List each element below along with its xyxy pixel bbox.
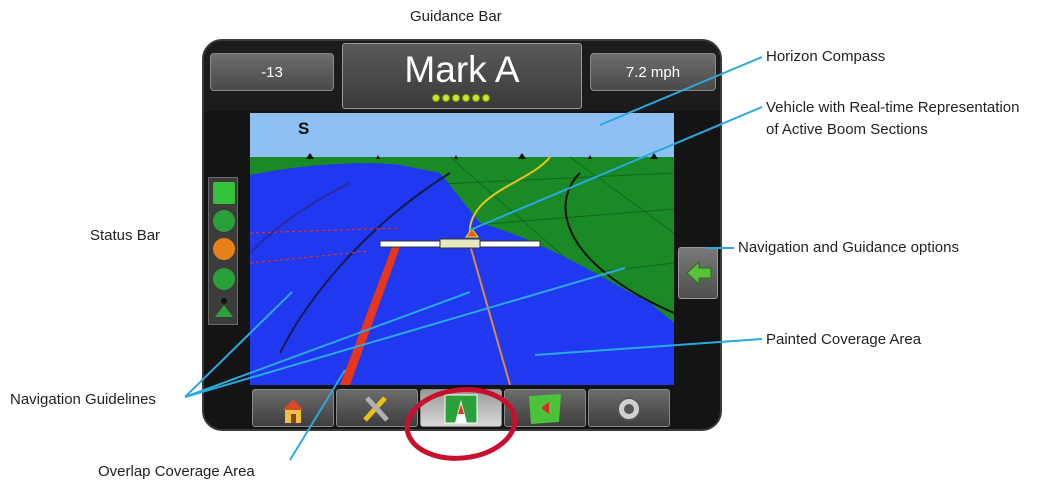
led — [432, 94, 440, 102]
nav-guidelines-callout: Navigation Guidelines — [10, 391, 156, 408]
guidance-bar: -13 Mark A 7.2 mph — [204, 41, 720, 111]
mapping-tab[interactable] — [504, 389, 586, 427]
cross-track-readout: -13 — [210, 53, 334, 91]
guidance-bar-callout: Guidance Bar — [410, 8, 502, 25]
led — [482, 94, 490, 102]
guidance-icon — [444, 394, 478, 424]
led — [442, 94, 450, 102]
guidance-tab[interactable] — [420, 389, 502, 427]
home-icon — [283, 399, 303, 423]
tools-tab[interactable] — [336, 389, 418, 427]
field-view[interactable]: S — [250, 113, 674, 385]
led — [472, 94, 480, 102]
arrow-left-icon — [686, 260, 712, 286]
display-device: -13 Mark A 7.2 mph S — [202, 39, 722, 431]
vehicle-callout-line2: of Active Boom Sections — [766, 121, 928, 138]
navigation-options-button[interactable] — [678, 247, 718, 299]
vehicle-icon[interactable] — [213, 296, 235, 318]
field-scene — [250, 113, 674, 385]
horizon-compass-callout: Horizon Compass — [766, 48, 886, 65]
gauge-tab[interactable] — [588, 389, 670, 427]
guidance-title-box: Mark A — [342, 43, 582, 109]
guidance-title: Mark A — [404, 49, 520, 90]
compass-heading: S — [298, 119, 310, 138]
tilt-icon[interactable] — [213, 268, 235, 290]
led — [462, 94, 470, 102]
lightbar-leds — [432, 94, 490, 102]
painted-area-callout: Painted Coverage Area — [766, 331, 922, 348]
nav-options-callout: Navigation and Guidance options — [738, 239, 959, 256]
overlap-area-callout: Overlap Coverage Area — [98, 463, 255, 480]
speed-readout: 7.2 mph — [590, 53, 716, 91]
home-tab[interactable] — [252, 389, 334, 427]
status-bar-callout: Status Bar — [90, 227, 161, 244]
steering-icon[interactable] — [213, 210, 235, 232]
vehicle-callout-line1: Vehicle with Real-time Representation — [766, 99, 1020, 116]
gauge-icon — [617, 397, 641, 421]
led — [452, 94, 460, 102]
tools-icon — [363, 396, 389, 422]
boom-center — [439, 238, 481, 249]
status-bar[interactable] — [208, 177, 238, 325]
gps-receiver-icon[interactable] — [213, 238, 235, 260]
horizon-sky — [250, 113, 674, 159]
boom-section-icon[interactable] — [213, 182, 235, 204]
mapping-icon — [529, 394, 561, 424]
bottom-toolbar — [250, 387, 674, 429]
